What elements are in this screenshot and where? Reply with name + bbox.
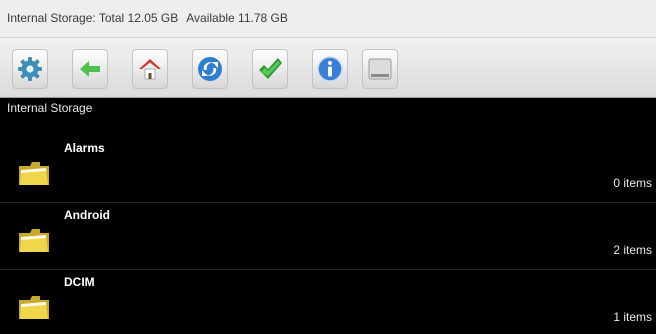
select-button[interactable] — [252, 49, 288, 89]
back-button[interactable] — [72, 49, 108, 89]
info-icon — [317, 56, 343, 82]
info-button[interactable] — [312, 49, 348, 89]
file-item-count: 1 items — [613, 310, 652, 324]
file-name: Android — [64, 208, 110, 222]
storage-drive-icon — [368, 58, 392, 80]
home-icon — [139, 59, 161, 80]
list-item[interactable]: Alarms 0 items — [0, 140, 656, 200]
check-icon — [259, 58, 282, 79]
settings-button[interactable] — [12, 49, 48, 89]
file-item-count: 2 items — [613, 243, 652, 257]
storage-total-text: Internal Storage: Total 12.05 GB — [7, 11, 179, 25]
storage-status-bar: Internal Storage: Total 12.05 GB Availabl… — [0, 0, 656, 38]
list-item[interactable]: DCIM 1 items — [0, 274, 656, 334]
back-arrow-icon — [80, 61, 100, 77]
file-item-count: 0 items — [613, 176, 652, 190]
file-name: Alarms — [64, 141, 105, 155]
toolbar — [0, 38, 656, 98]
list-item[interactable]: Android 2 items — [0, 207, 656, 267]
storage-available-text: Available 11.78 GB — [186, 11, 288, 25]
storage-button[interactable] — [362, 49, 398, 89]
refresh-button[interactable] — [192, 49, 228, 89]
folder-icon — [19, 296, 49, 319]
list-divider — [0, 202, 656, 203]
current-path-label: Internal Storage — [7, 101, 93, 115]
file-manager-screen: Internal Storage: Total 12.05 GB Availabl… — [0, 0, 656, 331]
folder-icon — [19, 229, 49, 252]
refresh-icon — [198, 57, 222, 81]
home-button[interactable] — [132, 49, 168, 89]
settings-gear-icon — [18, 57, 42, 81]
file-name: DCIM — [64, 275, 95, 289]
list-divider — [0, 269, 656, 270]
folder-icon — [19, 162, 49, 185]
